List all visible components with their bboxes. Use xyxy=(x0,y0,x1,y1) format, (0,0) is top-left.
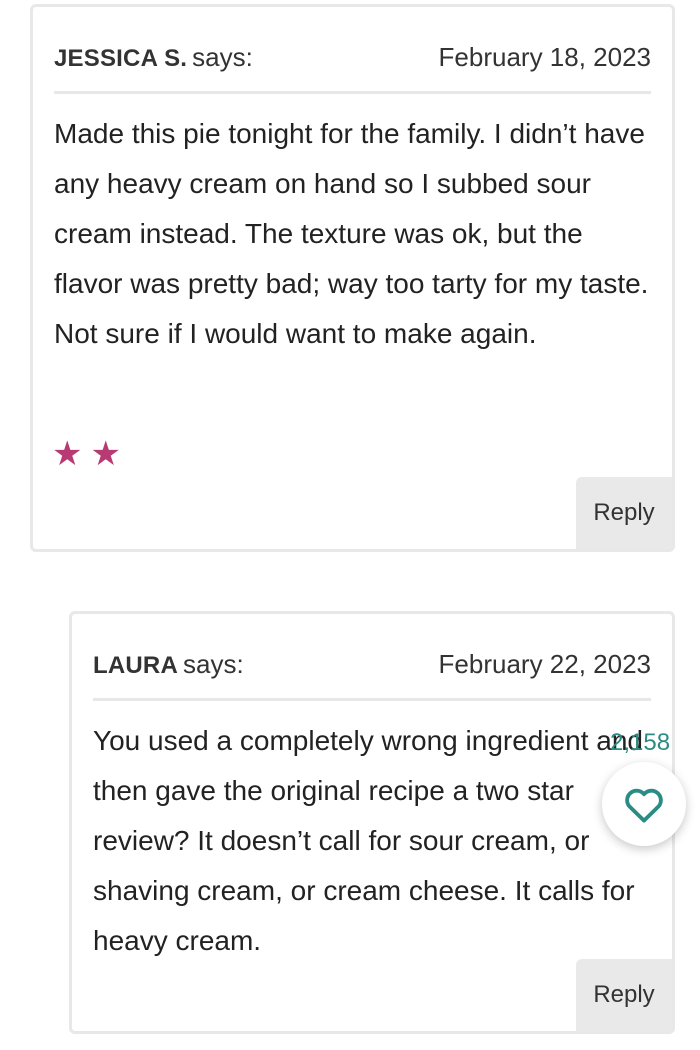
says-label: says: xyxy=(192,42,253,72)
comment-header: LAURA says: February 22, 2023 xyxy=(93,644,651,684)
comment-author: JESSICA S. xyxy=(54,45,188,72)
heart-icon xyxy=(623,784,665,824)
comment-header: JESSICA S. says: February 18, 2023 xyxy=(54,37,651,77)
comment-text: You used a completely wrong ingredient a… xyxy=(93,725,644,956)
like-button[interactable] xyxy=(602,762,686,846)
like-count: 2,158 xyxy=(610,729,671,756)
reply-button[interactable]: Reply xyxy=(576,959,672,1031)
review-comment: JESSICA S. says: February 18, 2023 Made t… xyxy=(30,4,675,552)
says-label: says: xyxy=(183,649,244,679)
divider xyxy=(93,698,651,701)
star-rating: ★★ xyxy=(52,435,129,473)
comment-date: February 22, 2023 xyxy=(438,649,651,679)
comment-text: Made this pie tonight for the family. I … xyxy=(54,118,649,349)
reply-button[interactable]: Reply xyxy=(576,477,672,549)
comment-author: LAURA xyxy=(93,652,178,679)
comment-date: February 18, 2023 xyxy=(438,42,651,72)
reply-comment: LAURA says: February 22, 2023 You used a … xyxy=(69,611,675,1034)
divider xyxy=(54,91,651,94)
